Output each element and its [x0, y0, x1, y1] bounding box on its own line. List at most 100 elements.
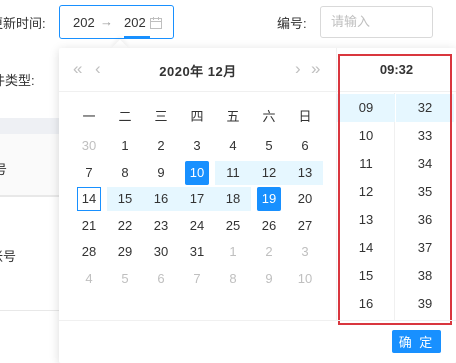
- calendar-day-number: 11: [226, 164, 240, 180]
- calendar-day[interactable]: 26: [251, 214, 287, 238]
- table-header-cell: 号: [0, 162, 8, 177]
- datetime-picker-popup: « ‹ 2020年 12月 › » 一二三四五六日 30 1 2 3 4 5 6 7 8 9 10 11…: [59, 48, 456, 363]
- calendar-day[interactable]: 2: [251, 240, 287, 264]
- calendar-day-number: 4: [85, 270, 93, 286]
- calendar-day[interactable]: 1: [107, 134, 143, 158]
- calendar-day[interactable]: 13: [287, 160, 323, 185]
- calendar-day-number: 27: [297, 217, 313, 233]
- calendar-day-number: 14: [77, 187, 101, 211]
- calendar-day[interactable]: 31: [179, 240, 215, 264]
- minute-option[interactable]: 39: [396, 290, 454, 318]
- range-start-input[interactable]: 2020: [73, 15, 95, 30]
- confirm-button[interactable]: 确 定: [392, 330, 441, 353]
- minute-option[interactable]: 32: [396, 94, 454, 122]
- calendar-day-number: 2: [157, 138, 165, 153]
- weekday-header: 二: [118, 109, 132, 124]
- minute-column[interactable]: 32 33 34 35 36 37 38 39: [396, 93, 454, 320]
- range-end-input[interactable]: 2020: [124, 15, 146, 30]
- calendar-day-number: 12: [261, 164, 277, 180]
- calendar-day-number: 17: [189, 191, 205, 206]
- minute-option[interactable]: 37: [396, 234, 454, 262]
- calendar-day[interactable]: 12: [251, 160, 287, 185]
- hour-option[interactable]: 15: [337, 262, 395, 290]
- calendar-day[interactable]: 20: [287, 187, 323, 211]
- calendar-day[interactable]: 16: [143, 187, 179, 211]
- file-type-label: 件类型:: [0, 73, 35, 88]
- calendar-day[interactable]: 25: [215, 214, 251, 238]
- calendar-day[interactable]: 21: [71, 214, 107, 238]
- calendar-day-number: 16: [153, 191, 169, 206]
- calendar-day-number: 2: [265, 244, 273, 259]
- calendar-day-number: 25: [225, 217, 241, 233]
- calendar-day[interactable]: 18: [215, 187, 251, 211]
- hour-option[interactable]: 12: [337, 178, 395, 206]
- hour-option[interactable]: 14: [337, 234, 395, 262]
- calendar-day[interactable]: 3: [179, 134, 215, 158]
- calendar-day[interactable]: 7: [71, 161, 107, 185]
- calendar-day[interactable]: 23: [143, 214, 179, 238]
- calendar-day[interactable]: 6: [143, 267, 179, 291]
- time-title: 09:32: [337, 48, 456, 92]
- calendar-day[interactable]: 5: [251, 134, 287, 158]
- calendar-day-number: 28: [81, 244, 97, 259]
- calendar-day[interactable]: 28: [71, 240, 107, 264]
- hour-option[interactable]: 13: [337, 206, 395, 234]
- calendar-day-number: 15: [117, 191, 133, 206]
- calendar-day-number: 10: [185, 160, 209, 185]
- calendar-day[interactable]: 9: [251, 267, 287, 291]
- weekday-header: 五: [226, 109, 240, 124]
- active-input-indicator: [124, 36, 150, 38]
- hour-option[interactable]: 16: [337, 290, 395, 318]
- calendar-day[interactable]: 11: [215, 160, 251, 185]
- calendar-day-number: 1: [229, 244, 237, 259]
- calendar-day[interactable]: 2: [143, 134, 179, 158]
- calendar-day[interactable]: 5: [107, 267, 143, 291]
- calendar-day-number: 5: [265, 138, 273, 153]
- calendar-day-number: 8: [229, 270, 237, 286]
- minute-option[interactable]: 38: [396, 262, 454, 290]
- calendar-day[interactable]: 27: [287, 214, 323, 238]
- calendar-day-today[interactable]: 14: [71, 187, 107, 211]
- calendar-day-selected[interactable]: 19: [251, 187, 287, 211]
- calendar-day[interactable]: 3: [287, 240, 323, 264]
- calendar-day[interactable]: 8: [215, 267, 251, 291]
- calendar-day[interactable]: 7: [179, 267, 215, 291]
- minute-option[interactable]: 36: [396, 206, 454, 234]
- calendar-day-number: 24: [189, 217, 205, 233]
- minute-option[interactable]: 35: [396, 178, 454, 206]
- calendar-day-number: 6: [157, 270, 165, 286]
- calendar-day[interactable]: 24: [179, 214, 215, 238]
- calendar-day[interactable]: 30: [71, 134, 107, 158]
- next-year-icon[interactable]: »: [311, 59, 320, 79]
- calendar-day-number: 29: [117, 244, 133, 259]
- hour-column[interactable]: 09 10 11 12 13 14 15 16: [337, 93, 395, 320]
- calendar-day[interactable]: 29: [107, 240, 143, 264]
- calendar-day[interactable]: 15: [107, 187, 143, 211]
- update-time-label: 更新时间:: [0, 16, 46, 31]
- minute-option[interactable]: 34: [396, 150, 454, 178]
- hour-option[interactable]: 10: [337, 122, 395, 150]
- calendar-day[interactable]: 10: [287, 267, 323, 291]
- calendar-day-number: 22: [117, 217, 133, 233]
- calendar-header: « ‹ 2020年 12月 › »: [59, 48, 337, 92]
- calendar-day[interactable]: 30: [143, 240, 179, 264]
- calendar-day[interactable]: 1: [215, 240, 251, 264]
- number-input[interactable]: [331, 14, 426, 29]
- calendar-day[interactable]: 17: [179, 187, 215, 211]
- hour-option[interactable]: 09: [337, 94, 395, 122]
- minute-option[interactable]: 33: [396, 122, 454, 150]
- calendar-day[interactable]: 22: [107, 214, 143, 238]
- calendar-day-number: 18: [225, 191, 241, 206]
- calendar-day-number: 30: [153, 244, 169, 259]
- calendar-day[interactable]: 4: [215, 134, 251, 158]
- next-month-icon[interactable]: ›: [295, 59, 301, 79]
- hour-option[interactable]: 11: [337, 150, 395, 178]
- calendar-day[interactable]: 8: [107, 161, 143, 185]
- calendar-day-number: 21: [81, 217, 97, 233]
- date-range-input[interactable]: 2020 → 2020: [59, 5, 174, 39]
- calendar-day[interactable]: 6: [287, 134, 323, 158]
- calendar-day-number: 5: [121, 270, 129, 286]
- calendar-day-selected[interactable]: 10: [179, 160, 215, 185]
- calendar-day[interactable]: 4: [71, 267, 107, 291]
- calendar-day[interactable]: 9: [143, 161, 179, 185]
